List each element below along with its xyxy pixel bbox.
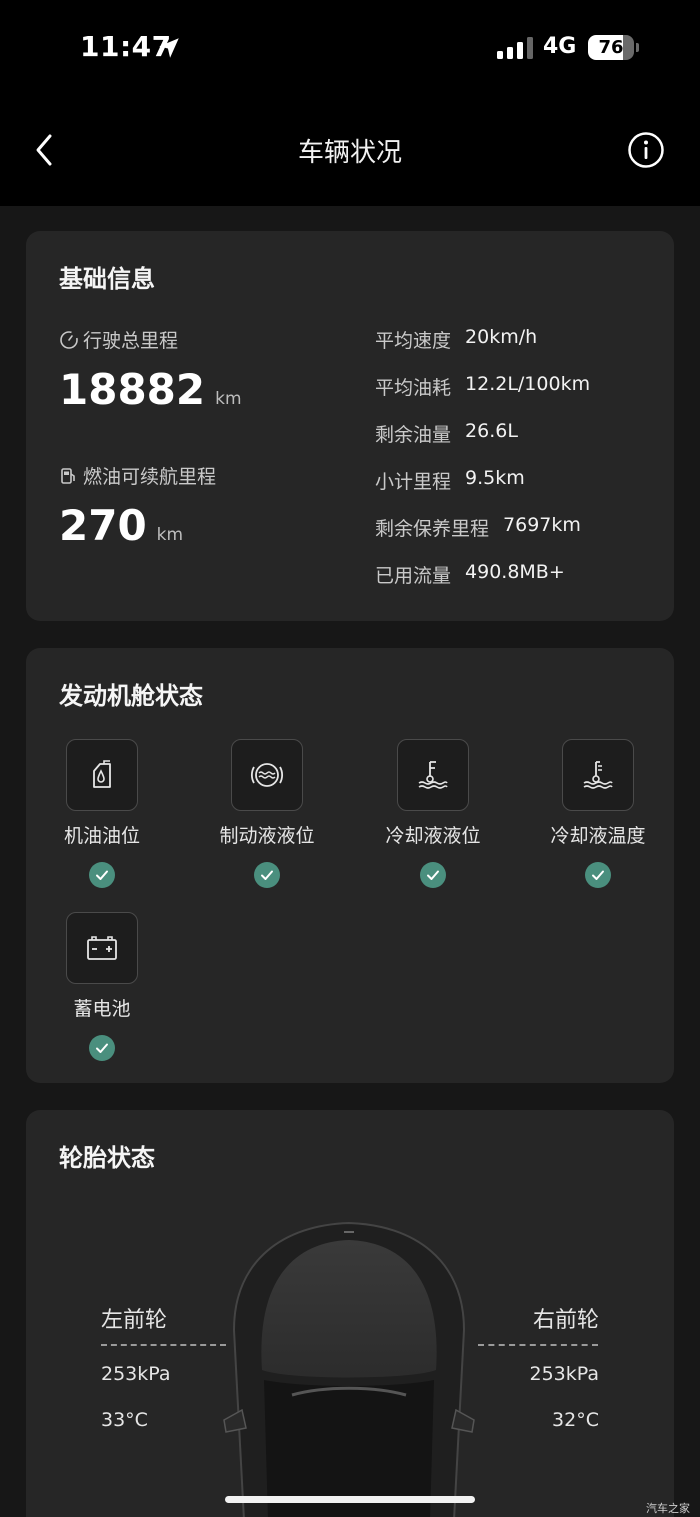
data-usage-key: 已用流量 bbox=[375, 565, 452, 587]
status-bar: 11:47 4G 76 bbox=[0, 0, 700, 96]
check-icon bbox=[254, 862, 280, 888]
total-mileage-value-row: 18882 km bbox=[59, 365, 242, 414]
check-icon bbox=[89, 1035, 115, 1061]
coolant-temp-icon bbox=[583, 761, 613, 789]
trip-mileage-row: 小计里程 9.5km bbox=[375, 467, 525, 494]
engine-item-coolant-level-label: 冷却液液位 bbox=[385, 825, 481, 847]
total-mileage-label-row: 行驶总里程 bbox=[59, 326, 178, 353]
engine-item-coolant-temp-label: 冷却液温度 bbox=[550, 825, 646, 847]
brake-fluid-icon bbox=[250, 763, 284, 787]
engine-item-oil[interactable]: 机油油位 bbox=[42, 739, 162, 888]
trip-mileage-value: 9.5km bbox=[465, 467, 525, 489]
engine-item-battery-label: 蓄电池 bbox=[73, 998, 131, 1020]
range-value: 270 bbox=[59, 501, 147, 550]
maintenance-row: 剩余保养里程 7697km bbox=[375, 514, 581, 541]
engine-item-oil-label: 机油油位 bbox=[63, 825, 140, 847]
page-title: 车辆状况 bbox=[297, 138, 402, 168]
tire-status-card: 轮胎状态 左前轮 253kPa 33°C 右前轮 253kPa 32°C bbox=[26, 1110, 674, 1517]
avg-fuel-value: 12.2L/100km bbox=[465, 373, 591, 395]
battery-icon bbox=[87, 936, 117, 960]
coolant-level-icon bbox=[418, 761, 448, 789]
avg-speed-row: 平均速度 20km/h bbox=[375, 326, 537, 353]
range-label-row: 燃油可续航里程 bbox=[59, 462, 216, 489]
total-mileage-unit: km bbox=[215, 389, 242, 409]
avg-fuel-row: 平均油耗 12.2L/100km bbox=[375, 373, 590, 400]
battery-percent: 76 bbox=[598, 37, 624, 58]
engine-item-battery[interactable]: 蓄电池 bbox=[42, 912, 162, 1061]
check-icon bbox=[89, 862, 115, 888]
location-arrow-icon bbox=[159, 38, 179, 58]
watermark: 汽车之家 bbox=[646, 1502, 690, 1515]
engine-item-brake-fluid-label: 制动液液位 bbox=[219, 825, 315, 847]
trip-mileage-key: 小计里程 bbox=[375, 471, 452, 493]
signal-icon bbox=[497, 37, 533, 59]
nav-bar: 车辆状况 bbox=[0, 96, 700, 206]
battery-status: 76 bbox=[588, 35, 640, 60]
front-right-label: 右前轮 bbox=[532, 1308, 599, 1333]
engine-status-card: 发动机舱状态 机油油位 制动液液位 冷却液液位 冷却液温度 蓄电池 bbox=[26, 648, 674, 1083]
info-icon[interactable] bbox=[626, 130, 666, 170]
data-usage-value: 490.8MB+ bbox=[465, 561, 565, 583]
oil-level-icon bbox=[93, 760, 111, 788]
front-left-label: 左前轮 bbox=[101, 1308, 168, 1333]
front-left-pressure: 253kPa bbox=[101, 1363, 171, 1385]
range-value-row: 270 km bbox=[59, 501, 183, 550]
avg-speed-key: 平均速度 bbox=[375, 330, 452, 352]
front-left-divider bbox=[101, 1344, 226, 1346]
total-mileage-label: 行驶总里程 bbox=[83, 330, 179, 352]
tire-status-title: 轮胎状态 bbox=[59, 1144, 155, 1172]
fuel-pump-icon bbox=[61, 467, 75, 484]
odometer-icon bbox=[60, 330, 78, 349]
range-unit: km bbox=[156, 525, 184, 545]
front-left-temp: 33°C bbox=[101, 1409, 148, 1431]
data-usage-row: 已用流量 490.8MB+ bbox=[375, 561, 565, 588]
front-right-pressure: 253kPa bbox=[529, 1363, 599, 1385]
total-mileage-value: 18882 bbox=[59, 365, 206, 414]
fuel-left-row: 剩余油量 26.6L bbox=[375, 420, 518, 447]
check-icon bbox=[420, 862, 446, 888]
range-label: 燃油可续航里程 bbox=[83, 466, 217, 488]
maintenance-value: 7697km bbox=[503, 514, 581, 536]
check-icon bbox=[585, 862, 611, 888]
car-top-view-image bbox=[223, 1221, 475, 1517]
avg-speed-value: 20km/h bbox=[465, 326, 538, 348]
engine-status-title: 发动机舱状态 bbox=[59, 682, 203, 710]
home-indicator[interactable] bbox=[225, 1496, 475, 1503]
front-right-divider bbox=[478, 1344, 598, 1346]
basic-info-card: 基础信息 行驶总里程 18882 km 燃油可续航里程 270 km 平均速度 20… bbox=[26, 231, 674, 621]
engine-item-coolant-temp[interactable]: 冷却液温度 bbox=[538, 739, 658, 888]
fuel-left-key: 剩余油量 bbox=[375, 424, 452, 446]
network-type: 4G bbox=[543, 34, 577, 59]
basic-info-title: 基础信息 bbox=[59, 265, 155, 293]
fuel-left-value: 26.6L bbox=[465, 420, 518, 442]
engine-item-brake-fluid[interactable]: 制动液液位 bbox=[207, 739, 327, 888]
engine-item-coolant-level[interactable]: 冷却液液位 bbox=[373, 739, 493, 888]
maintenance-key: 剩余保养里程 bbox=[375, 518, 490, 540]
avg-fuel-key: 平均油耗 bbox=[375, 377, 452, 399]
front-right-temp: 32°C bbox=[552, 1409, 599, 1431]
